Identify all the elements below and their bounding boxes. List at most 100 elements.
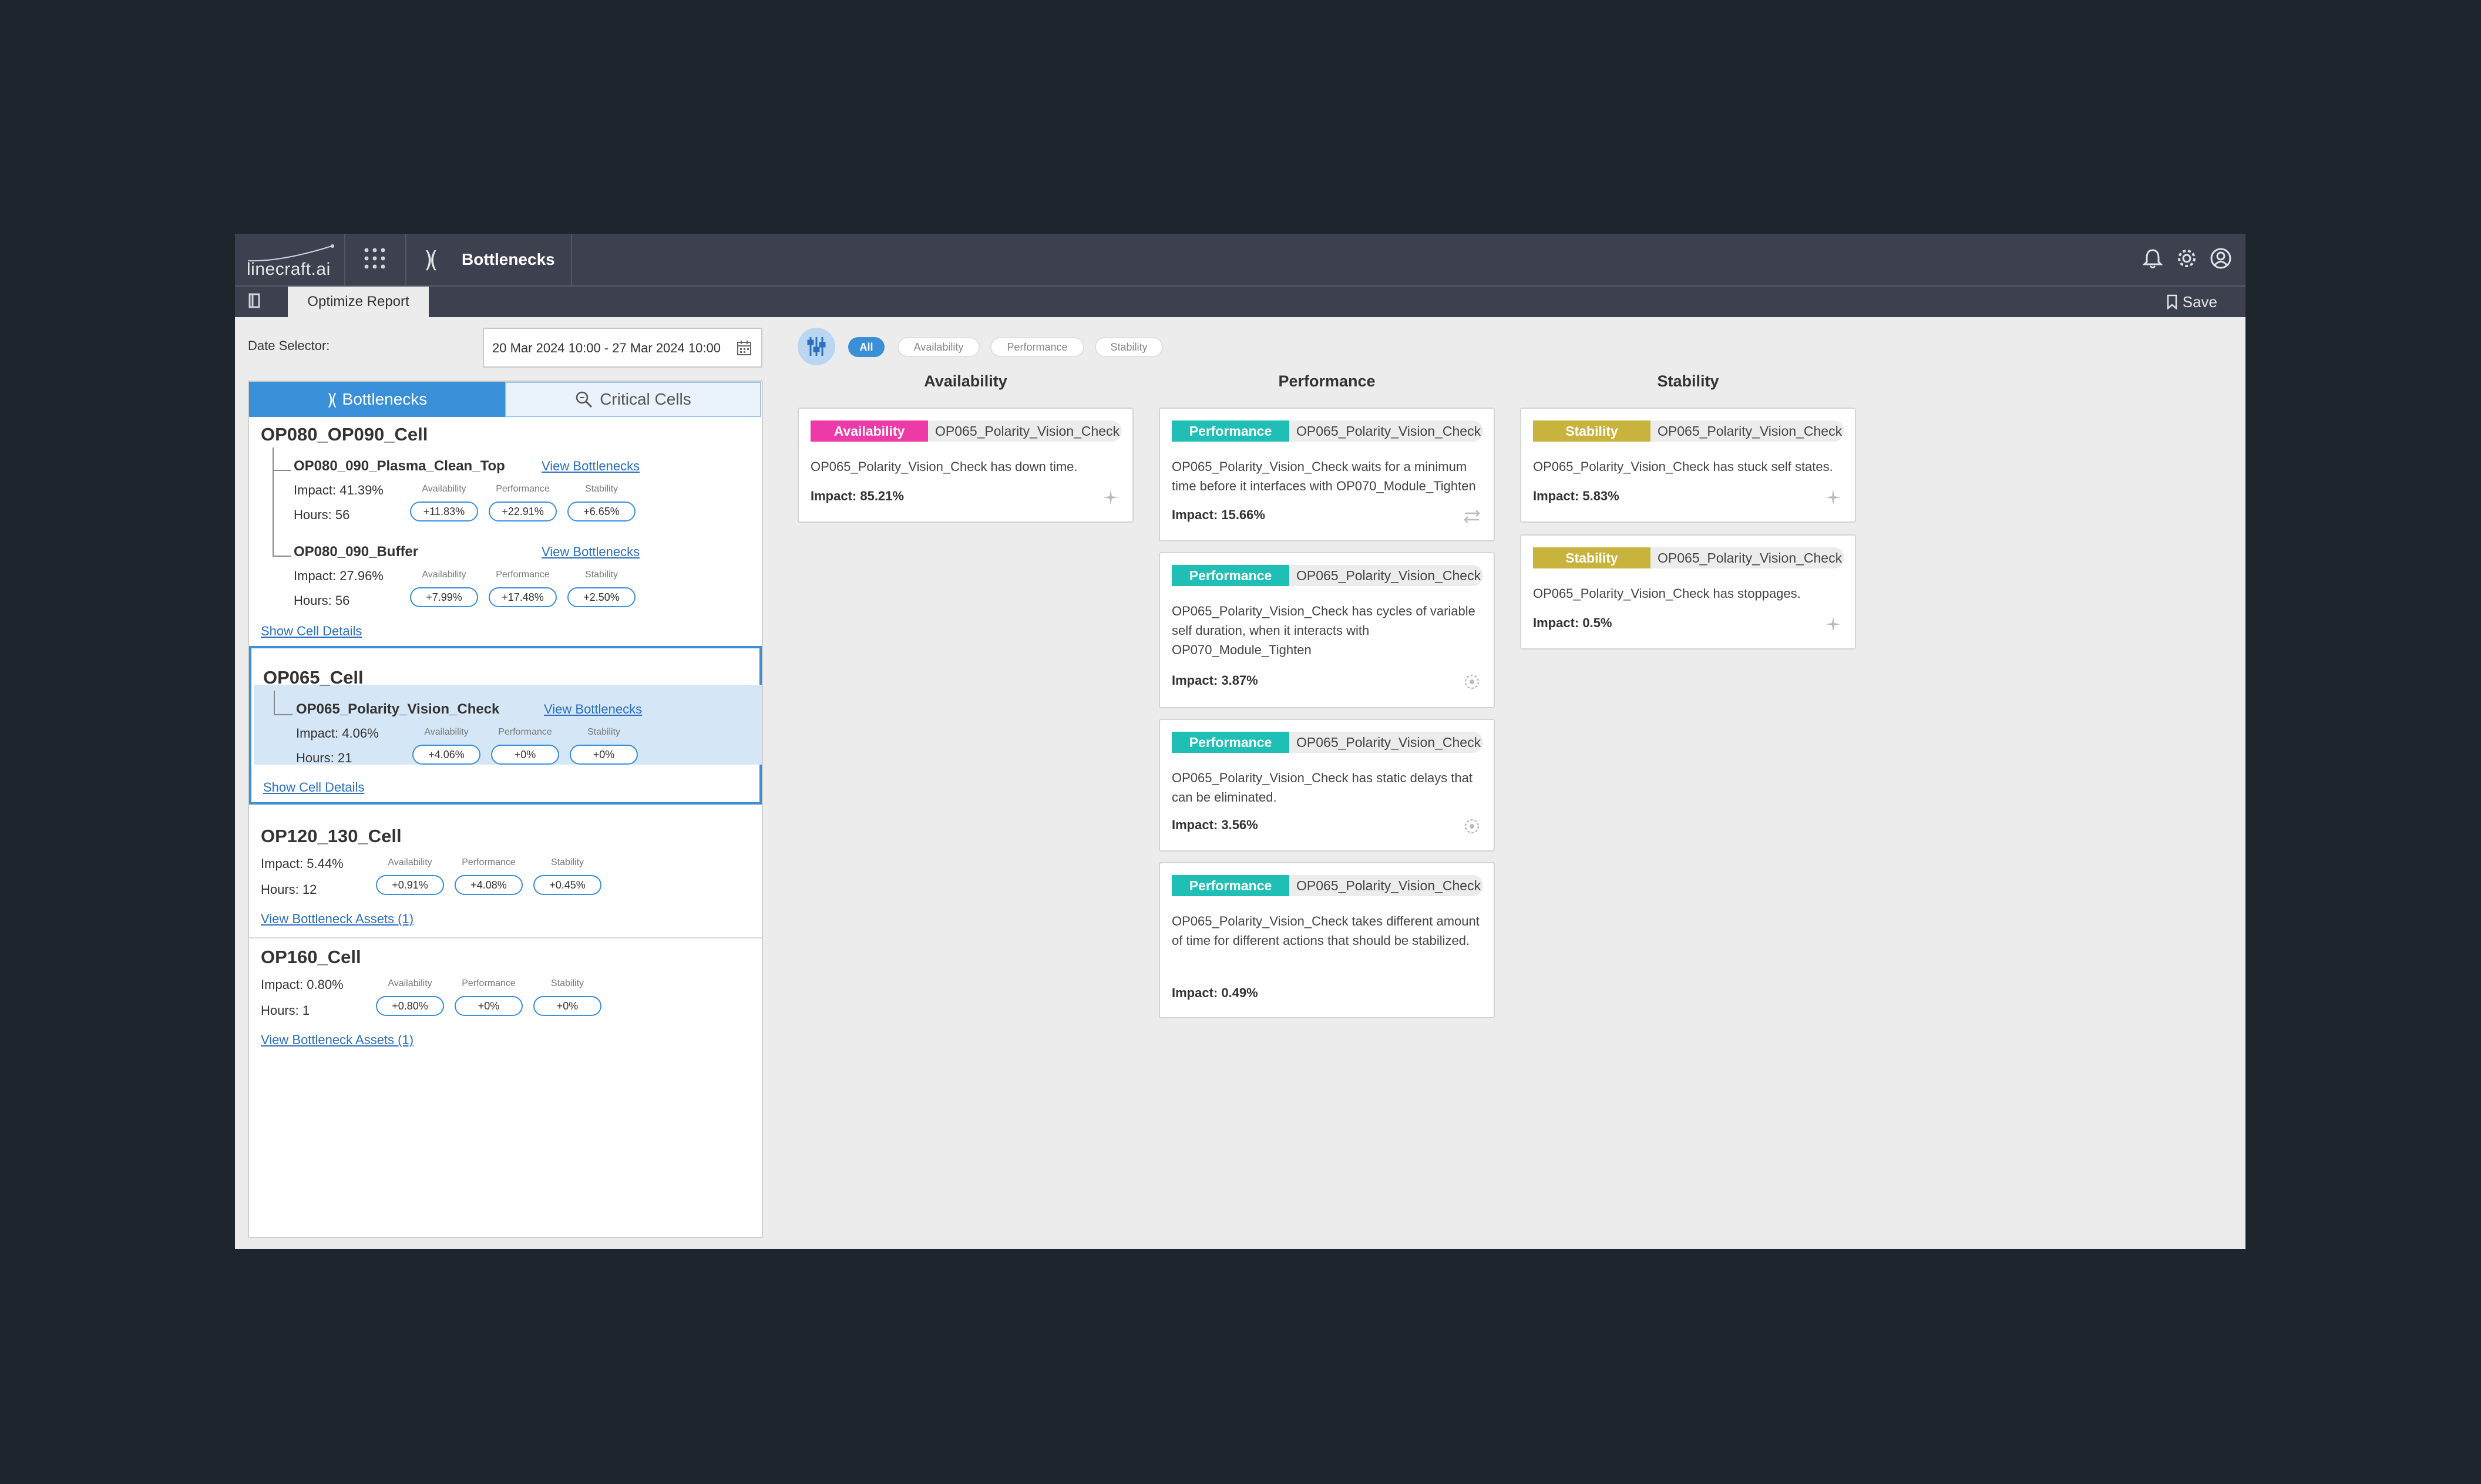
sparkle-icon <box>1826 490 1841 505</box>
cell-impact: Impact: 0.80% <box>261 977 344 992</box>
logo-text: linecraft.ai <box>247 260 331 279</box>
bottleneck-card[interactable]: Performance OP065_Polarity_Vision_Check … <box>1159 862 1495 1018</box>
view-bottleneck-assets-link[interactable]: View Bottleneck Assets (1) <box>261 1032 414 1048</box>
filter-chip-all[interactable]: All <box>848 337 885 357</box>
availability-pill: +7.99% <box>410 587 478 607</box>
tree-connector <box>273 470 291 557</box>
filter-settings-button[interactable] <box>798 328 835 365</box>
availability-pill: +4.06% <box>412 745 480 765</box>
apps-menu-button[interactable] <box>344 234 406 285</box>
cell-title: OP065_Cell <box>263 667 364 688</box>
column-title-stability: Stability <box>1657 372 1719 390</box>
cell-divider <box>249 937 762 938</box>
sliders-icon <box>807 337 826 356</box>
card-description: OP065_Polarity_Vision_Check has stoppage… <box>1533 586 1801 601</box>
card-impact: Impact: 5.83% <box>1533 489 1619 503</box>
target-icon <box>1464 674 1480 689</box>
tab-optimize-report[interactable]: Optimize Report <box>288 287 429 317</box>
date-selector-label: Date Selector: <box>248 338 330 353</box>
module-selector[interactable]: )( Bottlenecks <box>406 234 572 285</box>
bookmark-list-icon[interactable] <box>248 292 261 309</box>
cell-title: OP080_OP090_Cell <box>261 424 428 445</box>
cell-hours: Hours: 12 <box>261 882 317 897</box>
category-tag: Stability <box>1533 420 1650 442</box>
category-tag: Performance <box>1172 420 1289 442</box>
category-tag: Performance <box>1172 875 1289 896</box>
bookmark-icon <box>2167 294 2177 309</box>
user-profile-icon[interactable] <box>2209 247 2233 270</box>
search-zoom-icon <box>576 391 593 408</box>
column-title-availability: Availability <box>924 372 1007 390</box>
performance-mini-label: Performance <box>496 570 550 580</box>
date-range-value: 20 Mar 2024 10:00 - 27 Mar 2024 10:00 <box>492 341 721 355</box>
card-description: OP065_Polarity_Vision_Check waits for a … <box>1172 459 1476 493</box>
save-label: Save <box>2182 293 2217 311</box>
asset-chip: OP065_Polarity_Vision_Check <box>1289 420 1483 442</box>
bottlenecks-icon: )( <box>424 247 438 272</box>
sparkle-icon <box>1826 617 1841 632</box>
view-bottleneck-assets-link[interactable]: View Bottleneck Assets (1) <box>261 911 414 927</box>
tree-connector <box>274 691 293 715</box>
bottleneck-card[interactable]: Stability OP065_Polarity_Vision_Check OP… <box>1520 534 1856 650</box>
cell-title: OP160_Cell <box>261 947 361 967</box>
filter-chip-availability[interactable]: Availability <box>897 337 980 357</box>
tab-critical-cells-label: Critical Cells <box>600 390 691 408</box>
tab-bottlenecks-label: Bottlenecks <box>342 390 428 408</box>
stability-mini-label: Stability <box>587 727 621 737</box>
stability-pill: +0% <box>533 996 601 1016</box>
calendar-icon[interactable] <box>737 339 752 356</box>
availability-mini-label: Availability <box>388 978 432 988</box>
filter-chip-stability[interactable]: Stability <box>1095 337 1163 357</box>
swap-icon <box>1464 510 1480 523</box>
show-cell-details-link[interactable]: Show Cell Details <box>263 780 364 795</box>
card-impact: Impact: 15.66% <box>1172 507 1265 522</box>
availability-pill: +0.80% <box>376 996 444 1016</box>
asset-impact: Impact: 41.39% <box>294 483 384 497</box>
view-bottlenecks-link[interactable]: View Bottlenecks <box>544 702 642 717</box>
logo[interactable]: linecraft.ai <box>235 234 345 285</box>
card-description: OP065_Polarity_Vision_Check takes differ… <box>1172 914 1480 948</box>
save-button[interactable]: Save <box>2166 287 2217 317</box>
bottleneck-card[interactable]: Performance OP065_Polarity_Vision_Check … <box>1159 552 1495 708</box>
card-description: OP065_Polarity_Vision_Check has static d… <box>1172 770 1473 805</box>
view-bottlenecks-link[interactable]: View Bottlenecks <box>542 544 640 560</box>
card-description: OP065_Polarity_Vision_Check has stuck se… <box>1533 459 1833 474</box>
asset-hours: Hours: 56 <box>294 507 350 522</box>
category-tag: Availability <box>811 420 928 442</box>
performance-pill: +4.08% <box>455 875 523 895</box>
asset-hours: Hours: 56 <box>294 593 350 608</box>
gear-icon[interactable] <box>2175 247 2198 270</box>
module-title: Bottlenecks <box>462 250 555 268</box>
asset-hours: Hours: 21 <box>296 751 352 765</box>
card-impact: Impact: 3.87% <box>1172 673 1258 688</box>
performance-pill: +0% <box>491 745 559 765</box>
bottleneck-cells-panel: )( Bottlenecks Critical Cells OP080_OP09… <box>248 381 763 1238</box>
bottleneck-card[interactable]: Performance OP065_Polarity_Vision_Check … <box>1159 408 1495 541</box>
availability-pill: +0.91% <box>376 875 444 895</box>
card-impact: Impact: 0.5% <box>1533 615 1612 630</box>
view-bottlenecks-link[interactable]: View Bottlenecks <box>542 459 640 474</box>
asset-name: OP080_090_Buffer <box>294 544 419 560</box>
show-cell-details-link[interactable]: Show Cell Details <box>261 624 362 639</box>
tab-critical-cells[interactable]: Critical Cells <box>505 382 761 417</box>
bottleneck-card[interactable]: Performance OP065_Polarity_Vision_Check … <box>1159 719 1495 852</box>
target-icon <box>1464 819 1480 834</box>
availability-mini-label: Availability <box>422 570 466 580</box>
performance-mini-label: Performance <box>496 484 550 494</box>
asset-chip: OP065_Polarity_Vision_Check <box>1289 732 1483 753</box>
cell-hours: Hours: 1 <box>261 1003 310 1018</box>
filter-chip-performance[interactable]: Performance <box>990 337 1084 357</box>
date-range-input[interactable]: 20 Mar 2024 10:00 - 27 Mar 2024 10:00 <box>483 328 762 368</box>
bell-icon[interactable] <box>2141 247 2164 270</box>
cell-impact: Impact: 5.44% <box>261 856 344 871</box>
app-window: linecraft.ai )( Bottlenecks Optimize Rep… <box>235 234 2245 1249</box>
card-impact: Impact: 85.21% <box>811 489 904 503</box>
bottleneck-card[interactable]: Stability OP065_Polarity_Vision_Check OP… <box>1520 408 1856 523</box>
performance-pill: +0% <box>455 996 523 1016</box>
cell-title: OP120_130_Cell <box>261 826 402 846</box>
stability-pill: +2.50% <box>567 587 636 607</box>
tab-bar: Optimize Report Save <box>235 285 2245 317</box>
bottleneck-card[interactable]: Availability OP065_Polarity_Vision_Check… <box>798 408 1134 523</box>
tab-bottlenecks[interactable]: )( Bottlenecks <box>249 382 505 417</box>
top-bar: linecraft.ai )( Bottlenecks <box>235 234 2245 285</box>
